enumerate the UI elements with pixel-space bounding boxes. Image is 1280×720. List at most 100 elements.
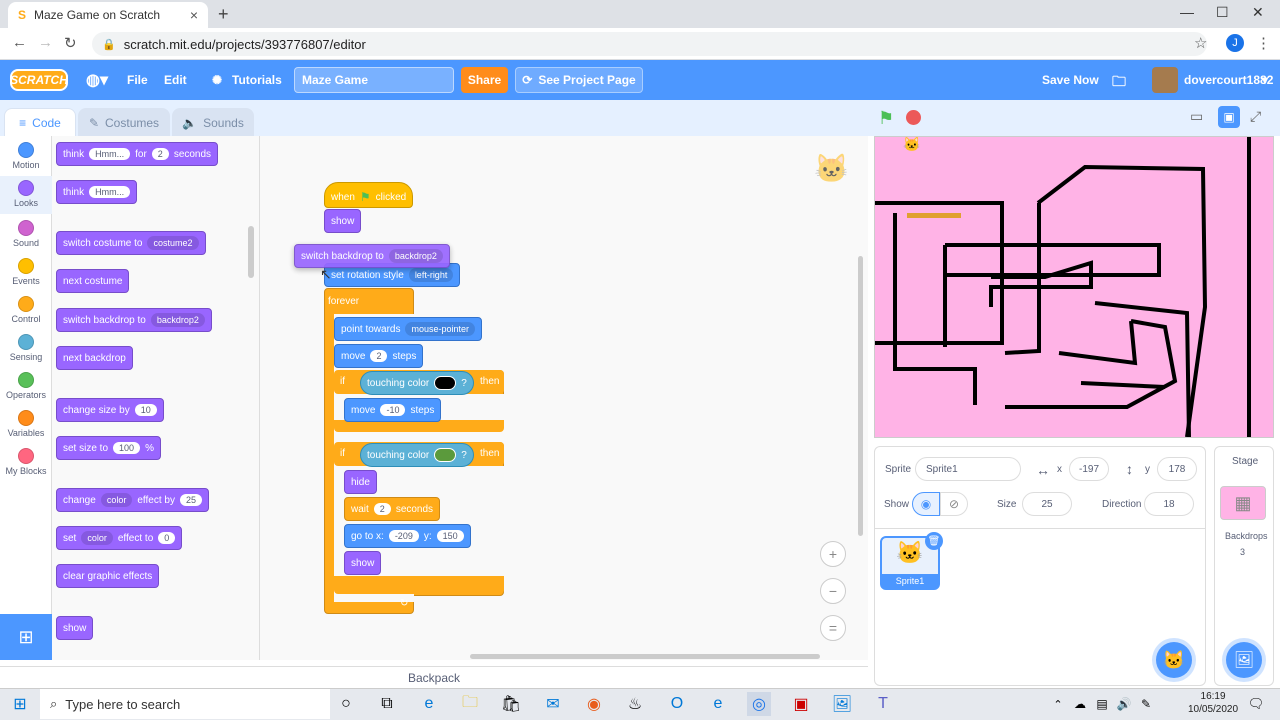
store-icon[interactable]: 🛍 [499,692,523,716]
green-flag-icon[interactable]: ⚑ [878,108,894,129]
browser-menu-icon[interactable]: ⋮ [1256,34,1271,52]
switch-backdrop-block[interactable]: switch backdrop to backdrop2 [56,308,212,332]
tray-chevron-icon[interactable]: ⌃ [1046,692,1070,716]
windows-start-icon[interactable]: ⊞ [8,692,32,716]
language-globe-icon[interactable]: ◍▾ [86,70,108,90]
share-button[interactable]: Share [461,67,508,93]
category-variables[interactable]: Variables [0,410,52,438]
point-towards-block[interactable]: point towards mouse-pointer [334,317,483,341]
back-icon[interactable]: ← [12,34,27,51]
minimize-icon[interactable]: — [1180,4,1194,20]
cat-sprite[interactable]: 🐱 [903,137,920,152]
blk-input[interactable]: 25 [179,494,202,506]
color-swatch-green[interactable] [434,448,457,462]
add-backdrop-icon[interactable]: 🖼 [1226,642,1262,678]
next-costume-block[interactable]: next costume [56,269,130,293]
blk-input[interactable]: 150 [436,530,464,542]
blk-dropdown[interactable]: backdrop2 [150,313,205,327]
touching-color-block-1[interactable]: touching color? [360,371,474,395]
taskbar-clock[interactable]: 16:19 10/05/2020 [1188,690,1238,716]
outlook-icon[interactable]: O [665,692,689,716]
close-window-icon[interactable]: ✕ [1252,4,1264,21]
when-flag-clicked-block[interactable]: when ⚑ clicked [324,182,414,208]
edit-menu[interactable]: Edit [164,73,187,87]
tutorials-icon[interactable]: ✺ [212,73,222,87]
close-tab-icon[interactable]: × [190,7,198,23]
save-now-button[interactable]: Save Now [1042,73,1099,87]
sprite-name-input[interactable]: Sprite1 [915,457,1021,481]
cloud-icon[interactable]: ☁ [1068,692,1092,716]
maximize-icon[interactable]: ☐ [1216,4,1229,21]
blk-input[interactable]: -209 [388,530,419,542]
scratch-logo[interactable]: SCRATCH [10,69,68,91]
add-extension-icon[interactable]: ⊞ [0,614,52,660]
zoom-in-icon[interactable]: + [820,541,846,567]
direction-input[interactable]: 18 [1144,492,1194,516]
blk-dropdown[interactable]: color [81,531,113,545]
blk-input[interactable]: 2 [151,148,169,160]
touching-color-block-2[interactable]: touching color? [360,443,474,467]
blk-dropdown[interactable]: color [100,493,133,507]
network-icon[interactable]: ▤ [1090,692,1114,716]
hide-eye-slash-icon[interactable]: ⊘ [940,492,968,516]
delete-sprite-trash-icon[interactable]: 🗑 [925,532,943,550]
size-input[interactable]: 25 [1022,492,1072,516]
small-stage-icon[interactable]: ▭ [1190,108,1203,125]
show-visible-eye-icon[interactable]: ◉ [912,492,940,516]
next-backdrop-block[interactable]: next backdrop [56,346,133,370]
blk-dropdown[interactable]: costume2 [147,236,199,250]
user-avatar[interactable] [1152,67,1178,93]
palette-scrollbar[interactable] [248,226,254,278]
category-sound[interactable]: Sound [0,220,52,248]
set-size-block[interactable]: set size to 100% [56,436,161,460]
new-tab-icon[interactable]: + [218,4,229,25]
backpack-bar[interactable]: Backpack [0,666,868,688]
add-sprite-icon[interactable]: 🐱 [1156,642,1192,678]
zoom-out-icon[interactable]: − [820,578,846,604]
file-explorer-icon[interactable]: 🗀 [458,692,482,716]
change-effect-block[interactable]: change color effect by 25 [56,488,209,512]
blk-dropdown[interactable]: mouse-pointer [405,322,476,336]
photos-icon[interactable]: 🖼 [830,692,854,716]
username-menu[interactable]: dovercourt1882 [1184,73,1273,87]
workspace-hscrollbar[interactable] [470,654,820,659]
blk-input[interactable]: 2 [373,503,391,515]
project-title-input[interactable]: Maze Game [294,67,454,93]
change-size-block[interactable]: change size by 10 [56,398,164,422]
think-for-block[interactable]: think Hmm... for 2 seconds [56,142,219,166]
move-back-block[interactable]: move -10 steps [344,398,442,422]
code-workspace[interactable]: when ⚑ clicked show set rotation style left… [260,136,868,660]
edge-icon[interactable]: e [417,692,441,716]
profile-avatar[interactable]: J [1226,34,1244,52]
category-looks[interactable]: Looks [0,176,52,214]
see-project-page-button[interactable]: ⟳ See Project Page [515,67,643,93]
blk-input[interactable]: 2 [370,350,388,362]
show-block[interactable]: show [324,209,362,233]
blk-input[interactable]: Hmm... [89,186,131,198]
set-effect-block[interactable]: set color effect to 0 [56,526,183,550]
tutorials-menu[interactable]: Tutorials [232,73,282,87]
backdrop-thumbnail[interactable]: ▦ [1220,486,1266,520]
stop-icon[interactable] [906,110,921,125]
category-events[interactable]: Events [0,258,52,286]
think-block[interactable]: think Hmm... [56,180,138,204]
blk-input[interactable]: 0 [158,532,176,544]
tab-code[interactable]: ≡ Code [4,108,76,136]
volume-icon[interactable]: 🔊 [1112,692,1136,716]
category-control[interactable]: Control [0,296,52,324]
browser-tab[interactable]: S Maze Game on Scratch × [8,2,208,28]
blk-input[interactable]: 10 [134,404,157,416]
category-sensing[interactable]: Sensing [0,334,52,362]
account-chevron-down-icon[interactable]: ▾ [1262,73,1268,87]
firefox-icon[interactable]: ◉ [582,692,606,716]
reload-icon[interactable]: ↻ [64,34,77,52]
fullscreen-icon[interactable]: ⤢ [1250,108,1261,125]
mail-icon[interactable]: ✉ [541,692,565,716]
teams-icon[interactable]: T [871,692,895,716]
chrome-icon[interactable]: ◎ [747,692,771,716]
blk-input[interactable]: Hmm... [89,148,131,160]
bookmark-star-icon[interactable]: ☆ [1194,34,1207,52]
x-input[interactable]: -197 [1069,457,1109,481]
normal-stage-icon[interactable]: ▣ [1218,106,1240,128]
workspace-vscrollbar[interactable] [858,256,863,536]
